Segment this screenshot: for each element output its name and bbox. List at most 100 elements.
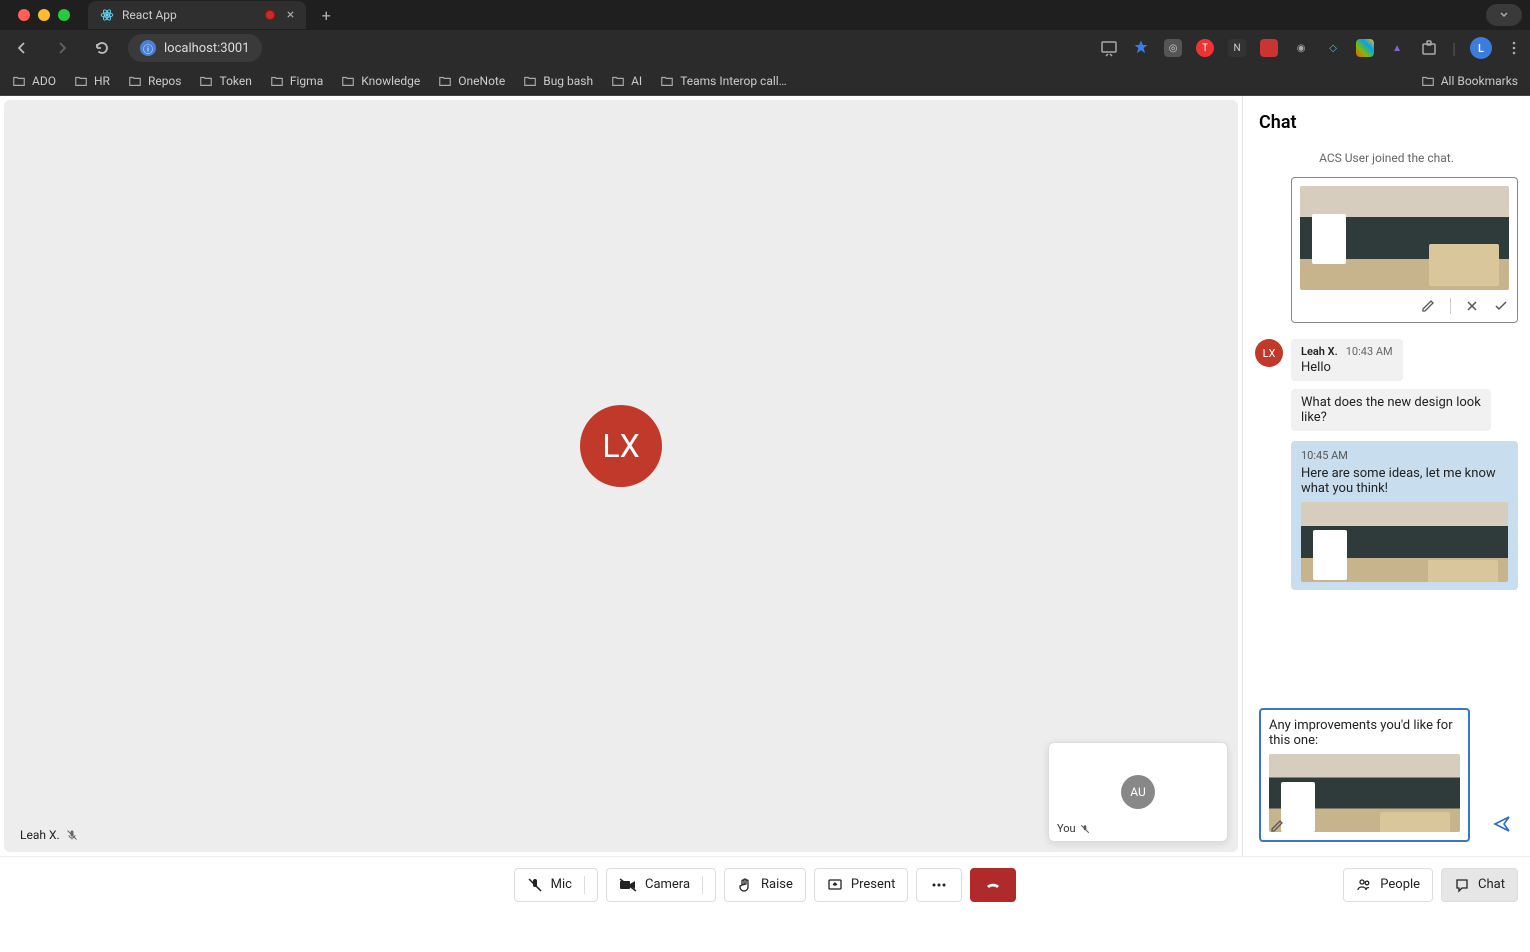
accept-icon[interactable] [1493, 298, 1509, 314]
message-text: What does the new design look like? [1301, 395, 1481, 425]
reject-icon[interactable] [1465, 298, 1479, 314]
self-preview[interactable]: AU You [1048, 742, 1228, 842]
hangup-icon [983, 875, 1003, 895]
profile-avatar[interactable]: L [1470, 37, 1492, 59]
forward-button[interactable] [48, 34, 76, 62]
bookmark-folder[interactable]: OneNote [438, 74, 505, 88]
image-actions [1300, 298, 1509, 314]
kitchen-image[interactable] [1301, 502, 1508, 582]
people-icon [1356, 877, 1372, 893]
window-controls[interactable] [8, 9, 80, 21]
bookmark-folder[interactable]: HR [74, 74, 110, 88]
people-button[interactable]: People [1343, 868, 1433, 902]
window-maximize[interactable] [58, 9, 70, 21]
participant-avatar: LX [580, 405, 662, 487]
bookmark-folder[interactable]: Figma [270, 74, 323, 88]
url-text: localhost:3001 [164, 41, 250, 56]
video-stage[interactable]: LX Leah X. AU You [4, 100, 1238, 852]
message-bubble: Leah X.10:43 AM Hello [1291, 339, 1403, 381]
browser-tab[interactable]: React App × [88, 1, 306, 29]
kitchen-image[interactable] [1269, 754, 1460, 832]
bookmark-folder[interactable]: Repos [128, 74, 182, 88]
app-content: LX Leah X. AU You Chat ACS User joined t… [0, 96, 1530, 856]
extension-icon[interactable]: T [1196, 39, 1214, 57]
message-text: Hello [1301, 360, 1393, 375]
tab-bar: React App × + [0, 0, 1530, 30]
present-button[interactable]: Present [814, 868, 908, 902]
browser-chrome: React App × + ⓘ localhost:3001 ◎ T N ◉ ◇… [0, 0, 1530, 96]
camera-button[interactable]: Camera [606, 868, 716, 902]
chevron-down-icon [1499, 10, 1509, 20]
extension-icon[interactable]: ◉ [1292, 39, 1310, 57]
kitchen-image[interactable] [1300, 186, 1509, 290]
compose-area: Any improvements you'd like for this one… [1243, 702, 1530, 856]
more-icon [931, 883, 947, 887]
video-area: LX Leah X. AU You [0, 96, 1242, 856]
mic-button[interactable]: Mic [514, 868, 598, 902]
menu-icon[interactable] [1506, 40, 1522, 56]
back-button[interactable] [8, 34, 36, 62]
chat-scroll[interactable]: ACS User joined the chat. LX Leah X.10:4… [1243, 145, 1530, 702]
cast-icon[interactable] [1100, 39, 1118, 57]
site-info-icon[interactable]: ⓘ [140, 40, 156, 56]
window-close[interactable] [18, 9, 30, 21]
camera-off-icon [619, 877, 637, 893]
recording-icon [265, 10, 275, 20]
edit-icon[interactable] [1269, 818, 1285, 834]
edit-icon[interactable] [1420, 298, 1436, 314]
bookmark-folder[interactable]: Teams Interop call… [660, 74, 787, 88]
window-minimize[interactable] [38, 9, 50, 21]
send-icon [1492, 814, 1512, 834]
new-tab-button[interactable]: + [312, 1, 340, 29]
extension-icon[interactable] [1356, 39, 1374, 57]
share-screen-icon [827, 877, 843, 893]
message-time: 10:45 AM [1301, 449, 1508, 462]
chat-message: What does the new design look like? [1291, 389, 1518, 431]
self-avatar: AU [1121, 775, 1155, 809]
bookmark-star-icon[interactable] [1132, 39, 1150, 57]
send-button[interactable] [1486, 808, 1518, 840]
system-message: ACS User joined the chat. [1255, 151, 1518, 165]
chat-title: Chat [1243, 112, 1530, 145]
raise-hand-button[interactable]: Raise [724, 868, 806, 902]
bookmark-folder[interactable]: ADO [12, 74, 56, 88]
extension-icon[interactable]: ◎ [1164, 39, 1182, 57]
extension-icon[interactable] [1260, 39, 1278, 57]
mic-muted-icon [66, 829, 78, 841]
message-bubble: What does the new design look like? [1291, 389, 1491, 431]
message-text: Here are some ideas, let me know what yo… [1301, 466, 1508, 496]
chat-icon [1454, 877, 1470, 893]
address-bar: ⓘ localhost:3001 ◎ T N ◉ ◇ ▲ | L [0, 30, 1530, 66]
mic-muted-icon [1080, 824, 1090, 834]
bookmark-folder[interactable]: Bug bash [523, 74, 593, 88]
chat-button[interactable]: Chat [1441, 868, 1518, 902]
bookmark-folder[interactable]: AI [611, 74, 642, 88]
more-button[interactable] [916, 868, 962, 902]
participant-name-tag: Leah X. [20, 828, 78, 842]
puzzle-icon[interactable] [1420, 39, 1438, 57]
sender-avatar: LX [1255, 339, 1283, 367]
call-controls: Mic Camera Raise Present People Chat [0, 856, 1530, 912]
compose-text[interactable]: Any improvements you'd like for this one… [1269, 718, 1460, 748]
react-icon [100, 8, 114, 22]
extension-icon[interactable]: ▲ [1388, 39, 1406, 57]
tab-title: React App [122, 8, 177, 22]
url-input[interactable]: ⓘ localhost:3001 [128, 34, 262, 62]
extension-icon[interactable]: ◇ [1324, 39, 1342, 57]
reload-button[interactable] [88, 34, 116, 62]
own-message: 10:45 AM Here are some ideas, let me kno… [1291, 441, 1518, 590]
tabs-dropdown[interactable] [1486, 4, 1522, 26]
self-label: You [1057, 822, 1090, 835]
bookmarks-bar: ADO HR Repos Token Figma Knowledge OneNo… [0, 66, 1530, 96]
extension-icon[interactable]: N [1228, 39, 1246, 57]
bookmark-folder[interactable]: Knowledge [341, 74, 420, 88]
chat-panel: Chat ACS User joined the chat. LX Leah X… [1242, 96, 1530, 856]
image-attachment-card [1291, 177, 1518, 323]
end-call-button[interactable] [970, 868, 1016, 902]
mic-muted-icon [527, 877, 543, 893]
close-tab-icon[interactable]: × [287, 7, 294, 23]
all-bookmarks[interactable]: All Bookmarks [1421, 74, 1518, 88]
chat-message: LX Leah X.10:43 AM Hello [1255, 339, 1518, 381]
compose-box[interactable]: Any improvements you'd like for this one… [1259, 708, 1470, 842]
bookmark-folder[interactable]: Token [199, 74, 251, 88]
